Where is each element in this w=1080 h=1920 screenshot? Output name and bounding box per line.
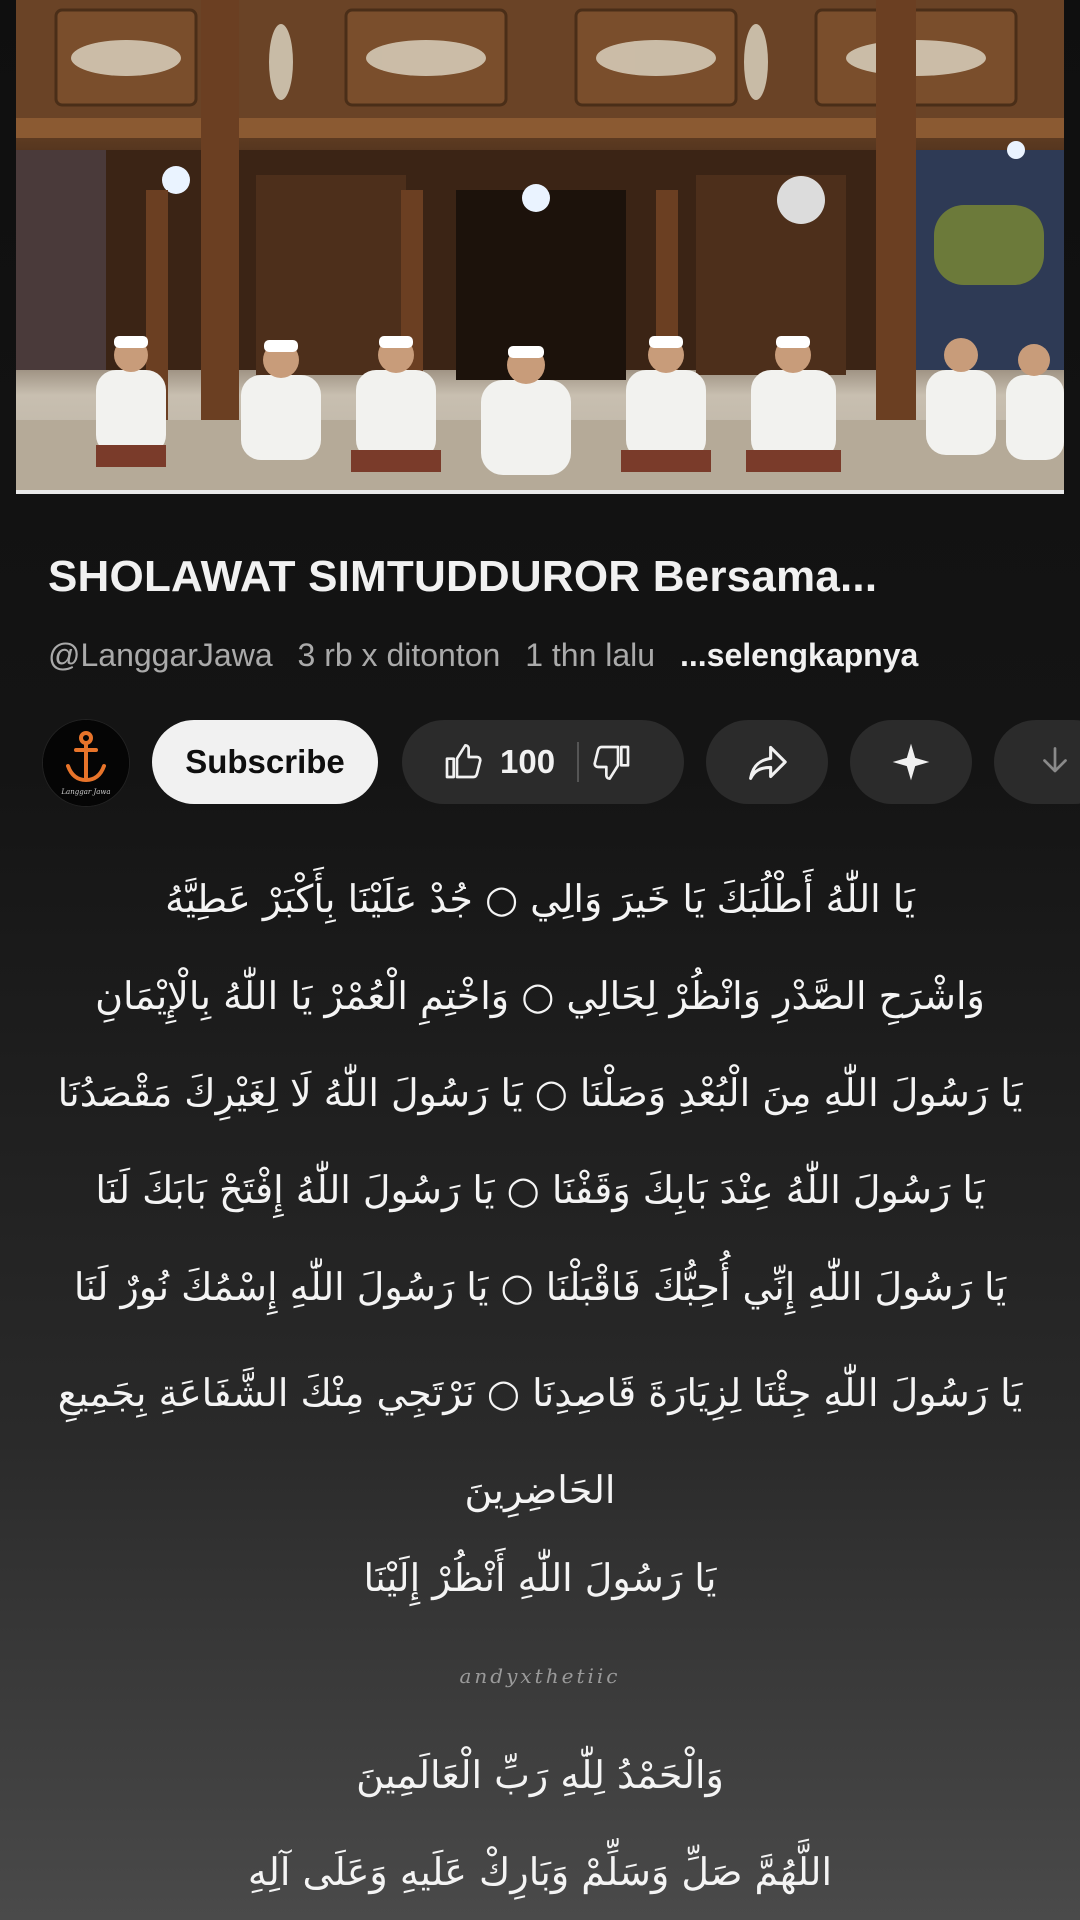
lyric-line: يَا رَسُولَ اللّٰهِ أَنْظُرْ إِلَيْنَا	[363, 1556, 717, 1600]
like-count: 100	[500, 743, 556, 780]
video-title[interactable]: SHOLAWAT SIMTUDDUROR Bersama...	[48, 552, 1048, 602]
download-icon	[1043, 747, 1067, 773]
video-meta: @LanggarJawa 3 rb x ditonton 1 thn lalu …	[48, 637, 934, 674]
share-icon	[749, 745, 787, 780]
thumb-down-icon	[593, 745, 630, 780]
watermark: andyxthetiic	[459, 1664, 621, 1688]
svg-text:Langgar Jawa: Langgar Jawa	[60, 788, 110, 796]
closing-line: اللَّهُمَّ صَلِّ وَسَلِّمْ وَبَارِكْ عَل…	[247, 1850, 833, 1894]
action-row: Langgar Jawa Subscribe 100	[40, 718, 1080, 807]
dislike-button[interactable]	[593, 742, 633, 782]
show-more-link[interactable]: ...selengkapnya	[680, 637, 918, 673]
lyrics-overlay: يَا اللّٰهُ أَطْلُبَكَ يَا خَيرَ وَالِي …	[40, 860, 1040, 1920]
view-count: 3 rb x ditonton	[297, 637, 501, 673]
progress-bar[interactable]	[16, 490, 1064, 494]
lyric-line: يَا رَسُولَ اللّٰهِ إِنِّي أُحِبُّكَ فَا…	[73, 1265, 1007, 1309]
like-button[interactable]: 100	[442, 742, 555, 782]
video-player[interactable]	[16, 0, 1064, 494]
like-dislike-bar: 100	[402, 720, 684, 804]
lyric-line: يَا رَسُولَ اللّٰهُ عِنْدَ بَابِكَ وَقَف…	[95, 1168, 985, 1212]
share-button[interactable]	[706, 720, 828, 804]
closing-line: وَالْحَمْدُ لِلّٰهِ رَبِّ الْعَالَمِينَ	[356, 1753, 724, 1797]
channel-avatar[interactable]: Langgar Jawa	[42, 719, 130, 807]
lyric-line: وَاشْرَحِ الصَّدْرِ وَانْظُرْ لِحَالِي ○…	[95, 974, 985, 1018]
lyric-line: يَا رَسُولَ اللّٰهِ جِئْنَا لِزِيَارَةَ …	[57, 1371, 1023, 1512]
video-frame	[16, 0, 1064, 494]
download-button[interactable]	[994, 720, 1080, 804]
channel-handle[interactable]: @LanggarJawa	[48, 637, 273, 673]
anchor-icon: Langgar Jawa	[43, 720, 129, 806]
sparkle-icon	[892, 743, 930, 781]
like-divider	[577, 742, 580, 782]
upload-age: 1 thn lalu	[525, 637, 656, 673]
subscribe-button[interactable]: Subscribe	[152, 720, 378, 804]
thumb-up-icon	[445, 744, 482, 779]
lyric-line: يَا اللّٰهُ أَطْلُبَكَ يَا خَيرَ وَالِي …	[165, 877, 915, 921]
ask-ai-button[interactable]	[850, 720, 972, 804]
lyric-line: يَا رَسُولَ اللّٰهِ مِنَ الْبُعْدِ وَصَل…	[57, 1071, 1023, 1115]
